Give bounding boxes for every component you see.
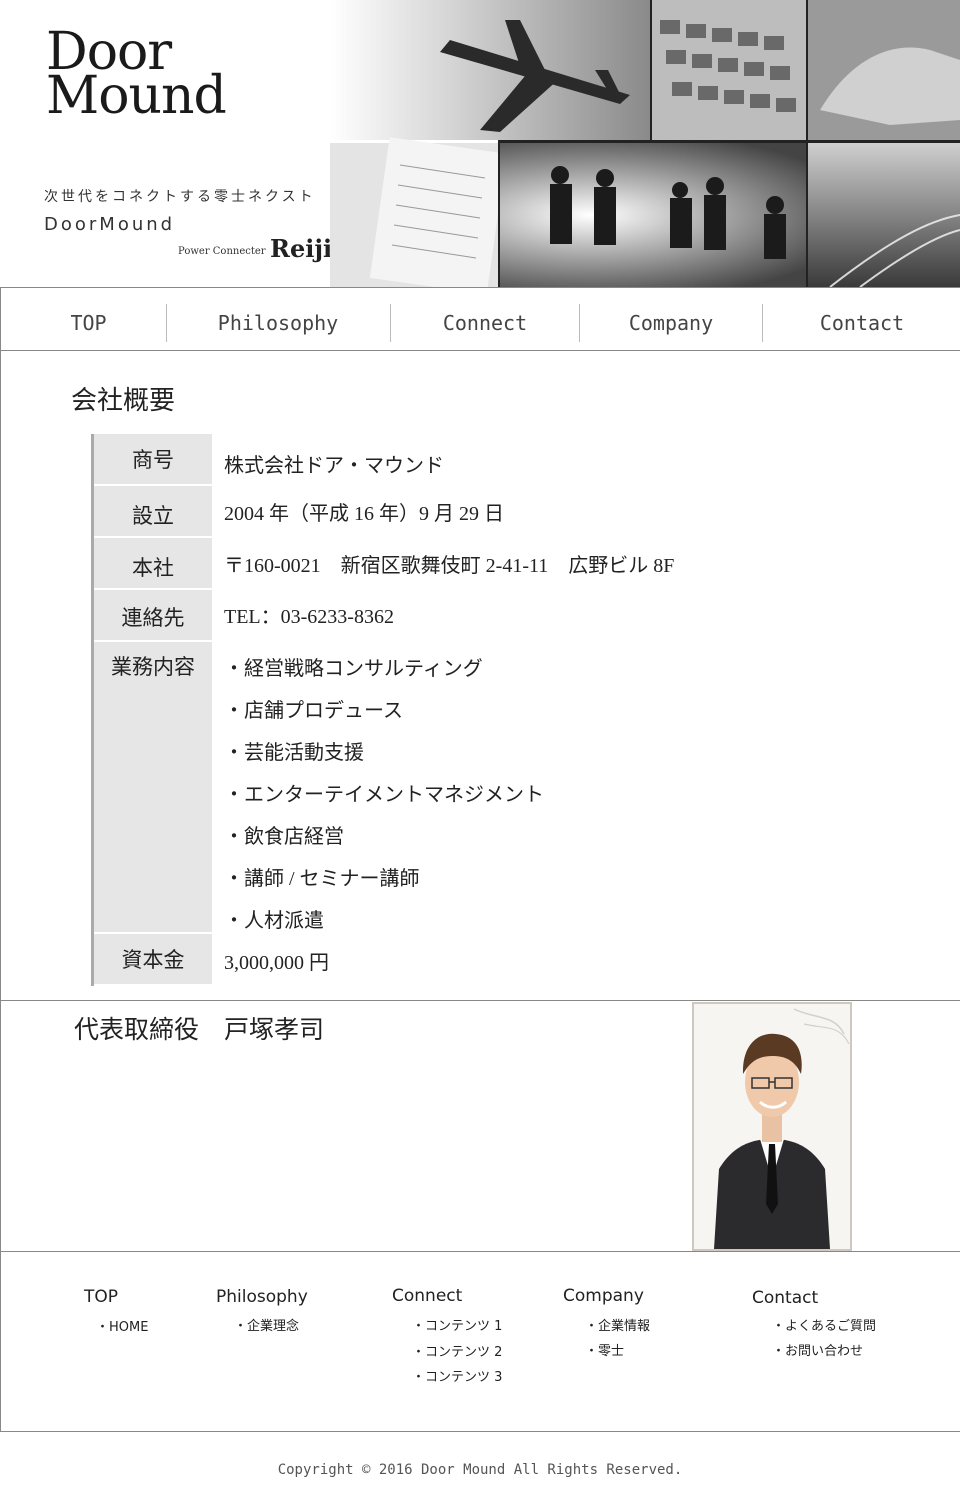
footer-link-content-1[interactable]: ・コンテンツ 1 (412, 1315, 502, 1334)
table-row: 商号 株式会社ドア・マウンド (91, 434, 831, 486)
footer-col-company-title[interactable]: Company (563, 1286, 644, 1306)
row-value-established: 2004 年（平成 16 年）9 月 29 日 (224, 503, 504, 525)
row-label-contact: 連絡先 (94, 590, 212, 642)
ceo-photo (692, 1002, 852, 1251)
footer-link-content-3[interactable]: ・コンテンツ 3 (412, 1366, 502, 1385)
company-overview-title: 会社概要 (71, 386, 176, 416)
copyright-text: Copyright © 2016 Door Mound All Rights R… (277, 1462, 683, 1478)
row-value-business-list: ・経営戦略コンサルティング ・店舗プロデュース ・芸能活動支援 ・エンターテイメ… (212, 642, 831, 934)
footer-link-philosophy[interactable]: ・企業理念 (234, 1315, 299, 1334)
row-label-capital: 資本金 (94, 934, 212, 986)
footer-link-inquiry[interactable]: ・お問い合わせ (772, 1340, 863, 1359)
main-navigation: TOP Philosophy Connect Company Contact (0, 287, 960, 351)
footer-col-connect-title[interactable]: Connect (392, 1286, 462, 1306)
list-item: ・エンターテイメントマネジメント (224, 784, 544, 806)
footer-link-faq[interactable]: ・よくあるご質問 (772, 1315, 876, 1334)
footer-link-home[interactable]: ・HOME (96, 1316, 148, 1335)
list-item: ・経営戦略コンサルティング (224, 658, 483, 680)
header-photo-collage (330, 0, 960, 287)
row-value-headquarters: 〒160-0021 新宿区歌舞伎町 2-41-11 広野ビル 8F (224, 555, 675, 577)
table-row: 資本金 3,000,000 円 (91, 934, 831, 986)
site-header: Door Mound 次世代をコネクトする零士ネクスト DoorMound Po… (0, 0, 960, 287)
list-item: ・芸能活動支援 (224, 742, 364, 764)
footer-link-content-2[interactable]: ・コンテンツ 2 (412, 1341, 502, 1360)
footer-col-philosophy-title[interactable]: Philosophy (216, 1287, 308, 1307)
table-row: 設立 2004 年（平成 16 年）9 月 29 日 (91, 486, 831, 538)
ceo-title: 代表取締役 戸塚孝司 (74, 1015, 325, 1044)
row-value-capital: 3,000,000 円 (224, 952, 329, 974)
brand-name: DoorMound (44, 214, 176, 235)
logo[interactable]: Door Mound (46, 26, 227, 126)
nav-item-connect[interactable]: Connect (391, 288, 579, 352)
logo-line-mound: Mound (46, 66, 227, 126)
footer-col-top-title[interactable]: TOP (84, 1287, 118, 1307)
power-connecter-label: Power Connecter (178, 246, 266, 257)
footer-link-company-info[interactable]: ・企業情報 (585, 1315, 650, 1334)
row-label-headquarters: 本社 (94, 538, 212, 590)
row-label-established: 設立 (94, 486, 212, 538)
table-row: 連絡先 TEL：03-6233-8362 (91, 590, 831, 642)
nav-item-philosophy[interactable]: Philosophy (167, 288, 389, 352)
row-label-business: 業務内容 (94, 642, 212, 934)
tagline: 次世代をコネクトする零士ネクスト (44, 189, 316, 205)
footer-col-contact-title[interactable]: Contact (752, 1288, 818, 1308)
nav-item-company[interactable]: Company (580, 288, 762, 352)
list-item: ・飲食店経営 (224, 826, 344, 848)
table-row: 業務内容 ・経営戦略コンサルティング ・店舗プロデュース ・芸能活動支援 ・エン… (91, 642, 831, 934)
footer-link-reiji[interactable]: ・零士 (585, 1340, 624, 1359)
nav-item-contact[interactable]: Contact (763, 288, 960, 352)
reiji-signature: Reiji (270, 234, 333, 263)
table-row: 本社 〒160-0021 新宿区歌舞伎町 2-41-11 広野ビル 8F (91, 538, 831, 590)
list-item: ・講師 / セミナー講師 (224, 868, 420, 890)
row-value-contact: TEL：03-6233-8362 (224, 606, 394, 628)
ceo-portrait-image (694, 1004, 850, 1249)
nav-item-top[interactable]: TOP (21, 288, 156, 352)
company-info-table: 商号 株式会社ドア・マウンド 設立 2004 年（平成 16 年）9 月 29 … (91, 434, 831, 986)
list-item: ・店舗プロデュース (224, 700, 403, 722)
row-value-trade-name: 株式会社ドア・マウンド (224, 455, 444, 477)
row-label-trade-name: 商号 (94, 434, 212, 486)
